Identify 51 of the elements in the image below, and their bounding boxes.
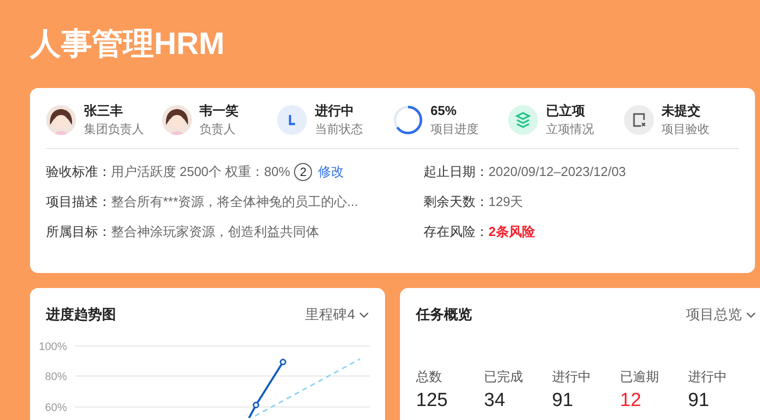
- app-title: 人事管理HRM: [28, 25, 226, 63]
- detail-label: 项目描述：: [46, 193, 111, 211]
- detail-label: 所属目标：: [46, 223, 111, 241]
- summary-title: 张三丰: [84, 102, 124, 120]
- stat-value: 91: [552, 388, 574, 412]
- chevron-down-icon: [359, 312, 369, 318]
- panel-title: 进度趋势图: [46, 305, 116, 324]
- detail-value: 2020/09/12–2023/12/03: [488, 163, 626, 181]
- dropdown[interactable]: 里程碑4: [305, 304, 369, 325]
- axis-label: 80%: [44, 371, 67, 383]
- stat-value: 12: [620, 388, 642, 412]
- stat-value: 125: [416, 388, 449, 412]
- detail-label: 起止日期：: [424, 163, 489, 181]
- summary-title: 65%: [430, 102, 458, 120]
- avatar-icon: [46, 105, 76, 135]
- summary-title: 未提交: [662, 102, 702, 120]
- detail-value: 整合所有***资源，将全体神兔的员工的心...: [111, 193, 358, 211]
- summary-title: 已立项: [546, 102, 586, 120]
- axis-label: 100%: [38, 341, 67, 353]
- stat-label: 已完成: [484, 368, 524, 386]
- stat-label: 总数: [416, 368, 443, 386]
- panel-title: 任务概览: [416, 305, 472, 324]
- edit-link[interactable]: 修改: [318, 157, 344, 187]
- summary-caption: 当前状态: [315, 121, 363, 138]
- detail-value: 2条风险: [488, 223, 535, 241]
- summary-caption: 集团负责人: [84, 121, 144, 138]
- stat-label: 已逾期: [620, 368, 660, 386]
- layers-icon: [508, 105, 538, 135]
- detail-label: 存在风险：: [424, 223, 489, 241]
- stat-value: 91: [688, 388, 710, 412]
- clock-icon: [277, 105, 307, 135]
- chevron-down-icon: [746, 312, 756, 318]
- summary-caption: 项目进度: [430, 121, 478, 138]
- detail-label: 剩余天数：: [424, 193, 489, 211]
- detail-value: 整合神涂玩家资源，创造利益共同体: [111, 223, 319, 241]
- avatar-icon: [162, 105, 192, 135]
- document-x-icon: [624, 105, 654, 135]
- summary-caption: 立项情况: [546, 121, 594, 138]
- summary-caption: 项目验收: [662, 121, 710, 138]
- stat-label: 进行中: [552, 368, 592, 386]
- stat-value: 34: [484, 388, 506, 412]
- summary-title: 韦一笑: [200, 102, 238, 120]
- count-badge: 2: [294, 163, 312, 181]
- detail-label: 验收标准：: [46, 163, 111, 181]
- detail-value: 129天: [488, 193, 524, 211]
- stat-label: 进行中: [688, 368, 728, 386]
- summary-title: 进行中: [315, 102, 355, 120]
- summary-caption: 负责人: [200, 121, 236, 138]
- dropdown[interactable]: 项目总览: [686, 304, 756, 325]
- axis-label: 60%: [44, 402, 67, 414]
- detail-value: 用户活跃度 2500个 权重：80%: [111, 163, 290, 181]
